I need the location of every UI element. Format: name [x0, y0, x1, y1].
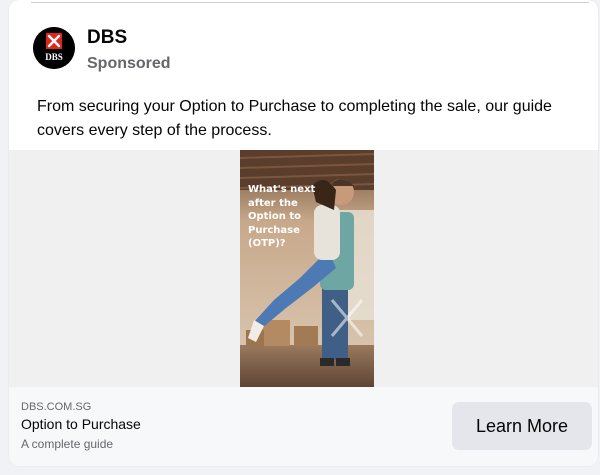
learn-more-button[interactable]: Learn More	[452, 402, 592, 450]
link-description: A complete guide	[21, 437, 114, 451]
logo-text: DBS	[45, 52, 63, 62]
ad-body-text: From securing your Option to Purchase to…	[37, 98, 552, 139]
advertiser-name[interactable]: DBS	[87, 27, 127, 49]
ad-post-card: DBS DBS Sponsored From securing your Opt…	[9, 0, 598, 466]
divider	[31, 2, 589, 3]
link-headline[interactable]: Option to Purchase	[21, 415, 141, 433]
dbs-logo-icon: DBS	[33, 27, 75, 69]
link-domain: DBS.COM.SG	[21, 401, 92, 413]
creative-overlay-text: What's next after the Option to Purchase…	[248, 184, 316, 249]
advertiser-avatar[interactable]: DBS	[33, 27, 75, 69]
ad-creative-image[interactable]: What's next after the Option to Purchase…	[240, 150, 374, 387]
ad-media[interactable]: What's next after the Option to Purchase…	[9, 150, 598, 387]
sponsored-label[interactable]: Sponsored	[87, 54, 171, 74]
link-preview-footer[interactable]: DBS.COM.SG Option to Purchase A complete…	[9, 387, 598, 466]
